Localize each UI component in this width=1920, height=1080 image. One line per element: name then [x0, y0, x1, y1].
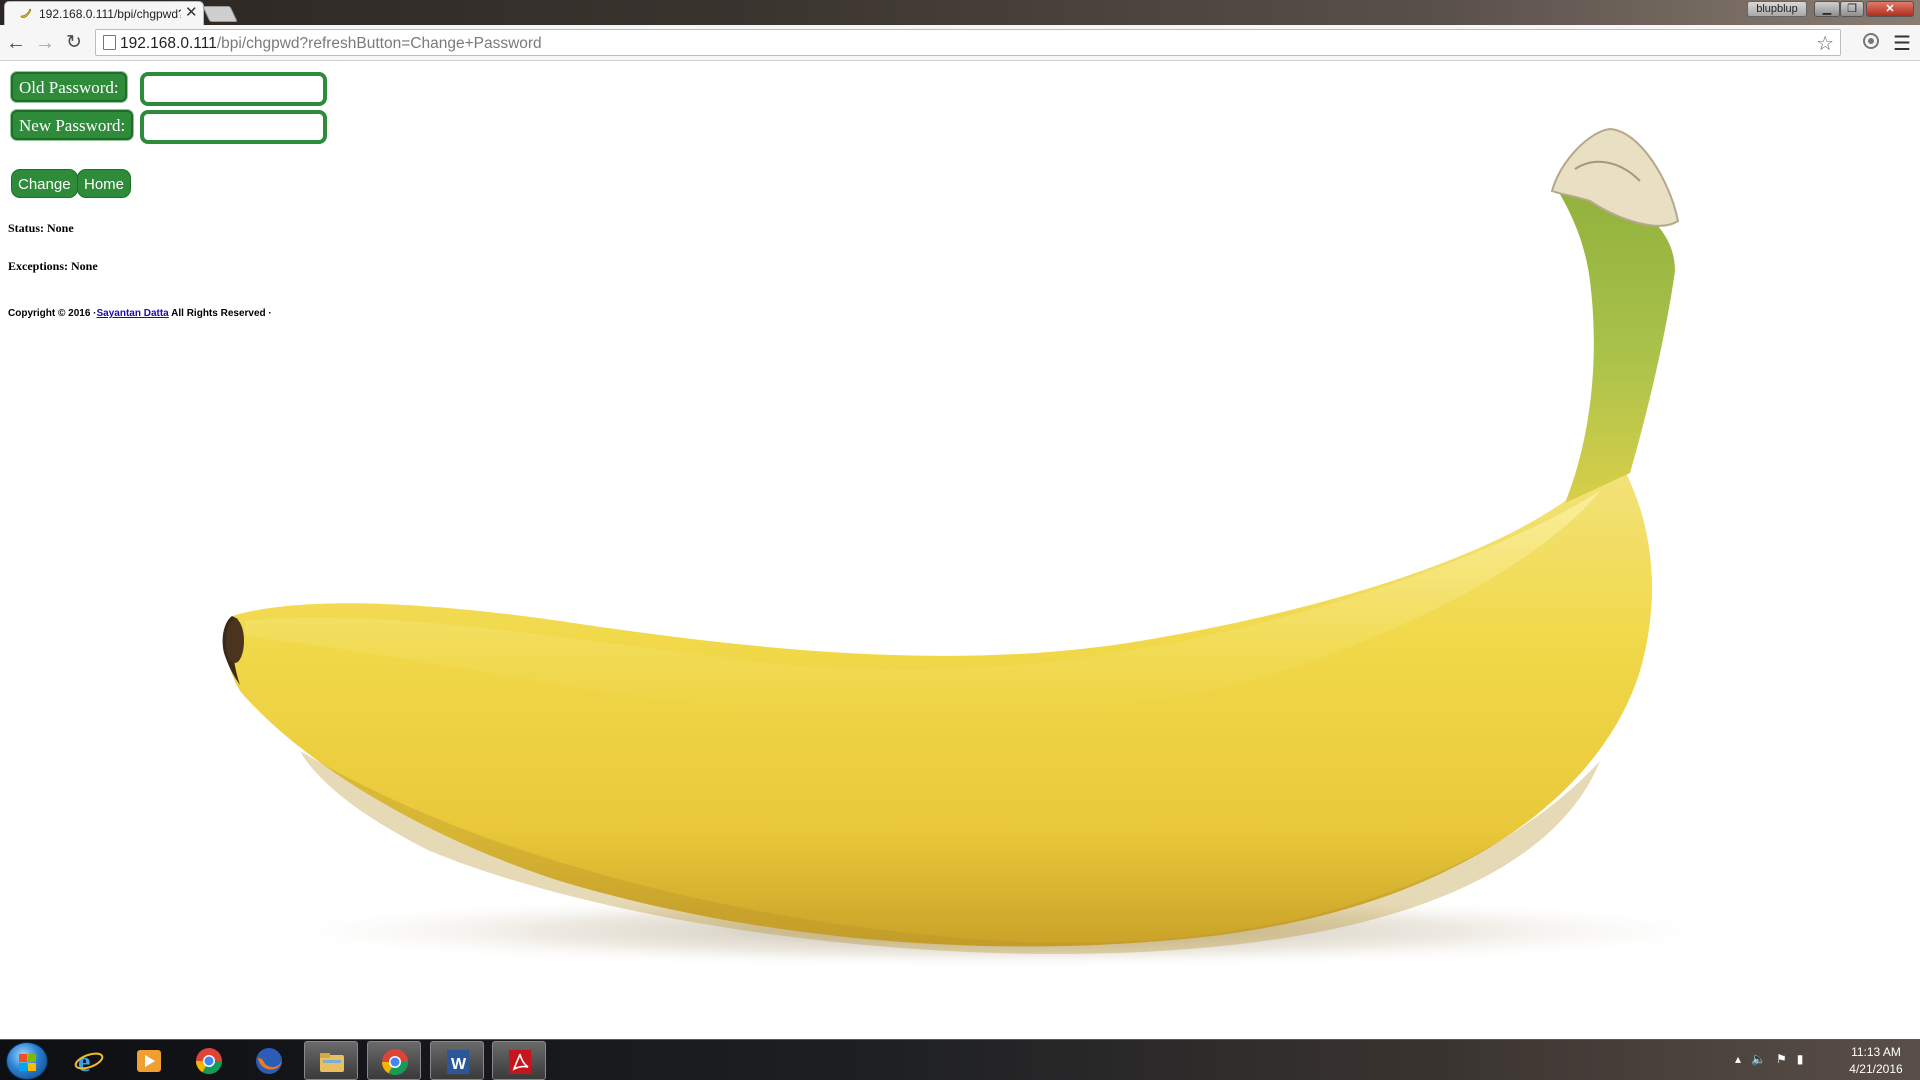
- new-password-input[interactable]: [140, 110, 327, 144]
- taskbar-word[interactable]: W: [430, 1041, 484, 1080]
- firefox-icon: [256, 1048, 282, 1074]
- rights-text: All Rights Reserved ·: [168, 308, 272, 319]
- new-tab-button[interactable]: [202, 6, 238, 22]
- clock-date[interactable]: 4/21/2016: [1838, 1062, 1914, 1076]
- old-password-input[interactable]: [140, 72, 327, 106]
- extension-icon[interactable]: [1863, 33, 1879, 49]
- url-path: /bpi/chgpwd?refreshButton=Change+Passwor…: [216, 35, 542, 52]
- reload-icon[interactable]: ↻: [62, 31, 86, 55]
- page-icon: [103, 35, 116, 50]
- back-arrow-icon[interactable]: ←: [4, 31, 28, 55]
- taskbar-file-explorer[interactable]: [304, 1041, 358, 1080]
- windows-logo-icon: [28, 1063, 36, 1071]
- windows-taskbar: e W ▴ 🔈 ⚑ ▮ 11:13 AM 4/21/2016: [0, 1039, 1920, 1080]
- maximize-window-button[interactable]: ❐: [1840, 1, 1864, 17]
- windows-logo-icon: [28, 1054, 36, 1062]
- browser-toolbar: ← → ↻ 192.168.0.111/bpi/chgpwd?refreshBu…: [0, 25, 1920, 61]
- close-tab-icon[interactable]: ✕: [185, 5, 198, 21]
- tab-title: 192.168.0.111/bpi/chgpwd?refreshButton=C…: [39, 7, 181, 21]
- profile-button[interactable]: blupblup: [1747, 1, 1807, 17]
- page-viewport: Old Password: New Password: Change Home …: [0, 61, 1920, 1039]
- author-link[interactable]: Sayantan Datta: [97, 308, 169, 319]
- taskbar-media-player[interactable]: [122, 1041, 176, 1080]
- exceptions-text: Exceptions: None: [8, 259, 98, 273]
- browser-tab[interactable]: 192.168.0.111/bpi/chgpwd?refreshButton=C…: [4, 1, 204, 25]
- forward-arrow-icon[interactable]: →: [33, 31, 57, 55]
- copyright-footer: Copyright © 2016 ·Sayantan Datta All Rig…: [8, 308, 272, 319]
- windows-logo-icon: [19, 1054, 27, 1062]
- chrome-icon: [195, 1048, 223, 1075]
- new-password-label: New Password:: [11, 110, 134, 140]
- taskbar-internet-explorer[interactable]: e: [62, 1041, 116, 1080]
- close-window-button[interactable]: ✕: [1866, 1, 1914, 17]
- copyright-prefix: Copyright © 2016 ·: [8, 308, 97, 319]
- old-password-label: Old Password:: [11, 72, 127, 102]
- clock-time[interactable]: 11:13 AM: [1838, 1045, 1914, 1059]
- bookmark-star-icon[interactable]: ☆: [1816, 31, 1834, 56]
- banana-background-image: [222, 127, 1760, 969]
- taskbar-acrobat[interactable]: [492, 1041, 546, 1080]
- url-text[interactable]: 192.168.0.111/bpi/chgpwd?refreshButton=C…: [120, 35, 542, 53]
- url-host: 192.168.0.111: [120, 35, 217, 52]
- svg-text:W: W: [451, 1056, 467, 1073]
- system-tray[interactable]: ▴ 🔈 ⚑ ▮: [1735, 1052, 1803, 1066]
- taskbar-firefox[interactable]: [242, 1041, 296, 1080]
- folder-icon: [320, 1053, 344, 1072]
- address-bar[interactable]: 192.168.0.111/bpi/chgpwd?refreshButton=C…: [95, 29, 1841, 56]
- home-button[interactable]: Home: [77, 169, 132, 198]
- word-icon: W: [447, 1050, 469, 1074]
- acrobat-icon: [509, 1050, 531, 1074]
- svg-text:e: e: [78, 1047, 90, 1076]
- minimize-window-button[interactable]: ▁: [1814, 1, 1840, 17]
- taskbar-chrome[interactable]: [182, 1041, 236, 1080]
- chrome-icon: [381, 1049, 409, 1076]
- media-player-icon: [137, 1050, 161, 1072]
- browser-title-bar: 192.168.0.111/bpi/chgpwd?refreshButton=C…: [0, 0, 1920, 25]
- banana-favicon-icon: [20, 8, 32, 18]
- windows-logo-icon: [19, 1063, 27, 1071]
- start-button[interactable]: [6, 1042, 48, 1080]
- status-text: Status: None: [8, 221, 74, 235]
- change-button[interactable]: Change: [11, 169, 78, 198]
- menu-icon[interactable]: ☰: [1893, 31, 1911, 56]
- taskbar-chrome-active[interactable]: [367, 1041, 421, 1080]
- internet-explorer-icon: e: [74, 1047, 104, 1076]
